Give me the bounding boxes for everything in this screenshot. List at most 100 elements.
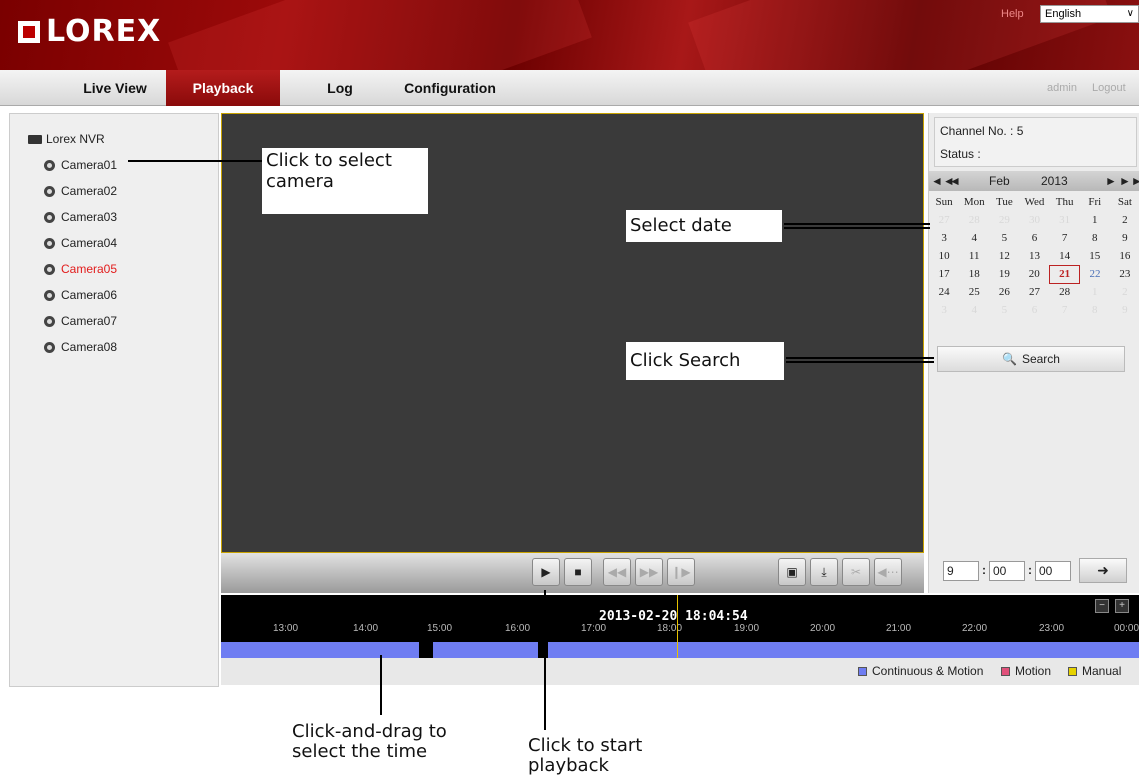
calendar-day[interactable]: 19: [989, 265, 1019, 283]
timeline[interactable]: 2013-02-20 18:04:54 − + 13:00 14:00 15:0…: [221, 595, 1139, 685]
calendar-day[interactable]: 6: [1019, 229, 1049, 247]
legend-motion: Motion: [1001, 664, 1051, 678]
prev-month-icon[interactable]: ◄: [949, 174, 961, 188]
calendar-day[interactable]: 13: [1019, 247, 1049, 265]
calendar-day[interactable]: 16: [1110, 247, 1139, 265]
download-button[interactable]: ⤓: [810, 558, 838, 586]
user-name: admin: [1047, 82, 1077, 94]
tree-item-camera05[interactable]: Camera05: [44, 262, 117, 276]
main-nav: Live View Playback Log Configuration adm…: [0, 70, 1139, 106]
calendar-day[interactable]: 18: [959, 265, 989, 283]
calendar-day[interactable]: 5: [989, 229, 1019, 247]
slow-forward-button[interactable]: ◀◀: [603, 558, 631, 586]
calendar-day[interactable]: 1: [1080, 283, 1110, 301]
next-month-icon[interactable]: ►: [1105, 174, 1117, 188]
calendar-day[interactable]: 4: [959, 301, 989, 319]
calendar-day[interactable]: 6: [1019, 301, 1049, 319]
calendar-day[interactable]: 28: [1050, 283, 1080, 301]
calendar-day[interactable]: 8: [1080, 229, 1110, 247]
help-link[interactable]: Help: [1001, 8, 1024, 20]
snapshot-button[interactable]: ▣: [778, 558, 806, 586]
calendar-month: Feb: [989, 174, 1010, 188]
tab-configuration[interactable]: Configuration: [390, 70, 510, 106]
tab-live-view[interactable]: Live View: [60, 70, 170, 106]
calendar-day[interactable]: 4: [959, 229, 989, 247]
timeline-tick: 16:00: [505, 623, 531, 634]
calendar-day[interactable]: 1: [1080, 211, 1110, 229]
fast-forward-button[interactable]: ▶▶: [635, 558, 663, 586]
calendar-day[interactable]: 29: [989, 211, 1019, 229]
timeline-tick: 22:00: [962, 623, 988, 634]
hour-input[interactable]: 9: [943, 561, 979, 581]
frame-step-button[interactable]: ❙▶: [667, 558, 695, 586]
nvr-icon: [28, 134, 42, 144]
play-button[interactable]: ▶: [532, 558, 560, 586]
tab-log[interactable]: Log: [300, 70, 380, 106]
calendar-day[interactable]: 10: [929, 247, 959, 265]
calendar-day[interactable]: 2: [1110, 283, 1139, 301]
calendar-day[interactable]: 7: [1050, 301, 1080, 319]
tree-item-camera08[interactable]: Camera08: [44, 340, 117, 354]
calendar-day[interactable]: 11: [959, 247, 989, 265]
logo-mark-icon: [18, 20, 40, 43]
volume-button[interactable]: ◀⋯: [874, 558, 902, 586]
second-input[interactable]: 00: [1035, 561, 1071, 581]
stop-icon: ■: [574, 565, 582, 579]
tab-playback[interactable]: Playback: [166, 70, 280, 106]
tree-item-camera07[interactable]: Camera07: [44, 314, 117, 328]
search-button[interactable]: 🔍 Search: [937, 346, 1125, 372]
timeline-current-time: 2013-02-20 18:04:54: [599, 609, 748, 624]
tree-item-camera03[interactable]: Camera03: [44, 210, 117, 224]
slow-icon: ◀◀: [607, 565, 627, 579]
tree-item-camera04[interactable]: Camera04: [44, 236, 117, 250]
calendar-day[interactable]: 7: [1050, 229, 1080, 247]
tree-root-nvr[interactable]: Lorex NVR: [28, 132, 105, 146]
calendar-day[interactable]: 22: [1080, 265, 1110, 283]
channel-info: Channel No. : 5 Status :: [934, 117, 1137, 167]
calendar-day[interactable]: 3: [929, 301, 959, 319]
minute-input[interactable]: 00: [989, 561, 1025, 581]
calendar-day[interactable]: 23: [1110, 265, 1139, 283]
clip-button[interactable]: ✂: [842, 558, 870, 586]
go-to-time-button[interactable]: ➜: [1079, 558, 1127, 583]
recording-segment[interactable]: [548, 642, 1139, 658]
calendar-day[interactable]: 31: [1050, 211, 1080, 229]
calendar-day[interactable]: 25: [959, 283, 989, 301]
caption-start-playback: Click to start playback: [528, 735, 643, 776]
calendar-day[interactable]: 14: [1050, 247, 1080, 265]
calendar-day[interactable]: 27: [929, 211, 959, 229]
tree-item-camera02[interactable]: Camera02: [44, 184, 117, 198]
calendar-day[interactable]: 20: [1019, 265, 1049, 283]
calendar-day[interactable]: 2: [1110, 211, 1139, 229]
timeline-cursor[interactable]: [677, 595, 678, 658]
tree-item-camera01[interactable]: Camera01: [44, 158, 117, 172]
calendar-day-selected[interactable]: 21: [1049, 264, 1081, 284]
tree-item-camera06[interactable]: Camera06: [44, 288, 117, 302]
calendar-day[interactable]: 26: [989, 283, 1019, 301]
calendar-day[interactable]: 15: [1080, 247, 1110, 265]
legend-manual: Manual: [1068, 664, 1121, 678]
calendar-day[interactable]: 17: [929, 265, 959, 283]
calendar-day[interactable]: 27: [1019, 283, 1049, 301]
language-select[interactable]: English ∨: [1040, 5, 1139, 23]
logout-link[interactable]: Logout: [1092, 82, 1126, 94]
camera-icon: [44, 263, 55, 275]
calendar-day[interactable]: 5: [989, 301, 1019, 319]
calendar-day[interactable]: 28: [959, 211, 989, 229]
calendar-day[interactable]: 12: [989, 247, 1019, 265]
next-year-icon[interactable]: ►►: [1119, 174, 1139, 188]
calendar-day[interactable]: 30: [1019, 211, 1049, 229]
timeline-tick: 23:00: [1039, 623, 1065, 634]
calendar-day[interactable]: 3: [929, 229, 959, 247]
recording-segment[interactable]: [221, 642, 419, 658]
calendar-day[interactable]: 8: [1080, 301, 1110, 319]
calendar-day[interactable]: 24: [929, 283, 959, 301]
chevron-down-icon: ∨: [1126, 8, 1134, 19]
stop-button[interactable]: ■: [564, 558, 592, 586]
calendar-day[interactable]: 9: [1110, 301, 1139, 319]
calendar-weekday: Sat: [1117, 196, 1132, 208]
recording-segment[interactable]: [433, 642, 538, 658]
calendar-day[interactable]: 9: [1110, 229, 1139, 247]
zoom-out-icon[interactable]: −: [1095, 599, 1109, 613]
zoom-in-icon[interactable]: +: [1115, 599, 1129, 613]
